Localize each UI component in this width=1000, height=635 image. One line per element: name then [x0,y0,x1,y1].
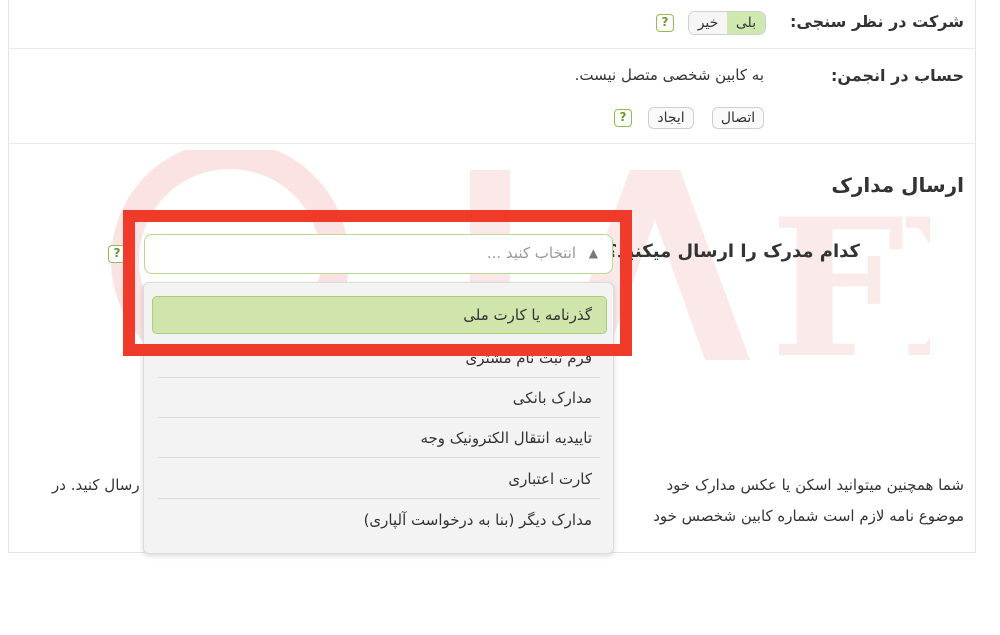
document-type-select[interactable]: انتخاب کنید ... ▲ [144,234,613,274]
documents-title: ارسال مدارک [831,173,964,197]
forum-help-icon[interactable]: ? [614,109,632,127]
forum-status-text: به کابین شخصی متصل نیست. [574,66,764,84]
document-type-dropdown: فرم ثبت نام مشتری مدارک بانکی تاییدیه ان… [143,282,614,554]
dropdown-option[interactable]: فرم ثبت نام مشتری [158,338,600,378]
divider [8,48,976,49]
dropdown-option[interactable]: کارت اعتباری [158,459,600,499]
info-line1-left: رسال کنید. در [52,476,140,494]
triangle-up-icon: ▲ [588,246,598,260]
document-help-icon[interactable]: ? [108,245,126,263]
dropdown-option-selected[interactable]: گذرنامه یا کارت ملی [152,296,607,334]
survey-help-icon[interactable]: ? [656,14,674,32]
info-line2-right: موضوع نامه لازم است شماره کابین شخصس خود [653,507,964,525]
info-line1-right: شما همچنین میتوانید اسکن یا عکس مدارک خو… [666,476,965,494]
select-placeholder: انتخاب کنید ... [486,244,576,262]
survey-yes-option[interactable]: بلی [727,12,765,34]
forum-label: حساب در انجمن: [830,66,964,85]
survey-no-option[interactable]: خیر [689,12,727,34]
dropdown-option[interactable]: تاییدیه انتقال الکترونیک وجه [158,418,600,458]
forum-create-button[interactable]: ایجاد [648,107,694,129]
survey-label: شرکت در نظر سنجی: [790,12,964,31]
document-question-label: کدام مدرک را ارسال میکنید؟ [606,241,860,262]
survey-toggle[interactable]: خیر بلی [688,11,766,35]
dropdown-option[interactable]: مدارک بانکی [158,378,600,418]
forum-connect-button[interactable]: اتصال [712,107,764,129]
dropdown-option[interactable]: مدارک دیگر (بنا به درخواست آلپاری) [158,500,600,540]
divider [8,143,976,144]
